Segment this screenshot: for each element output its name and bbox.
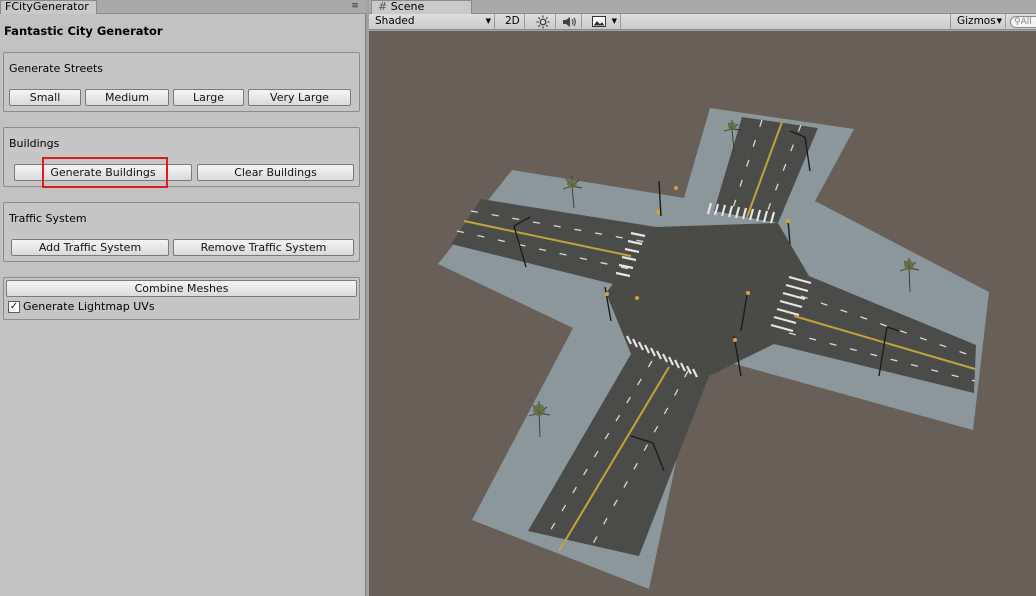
highlight-box bbox=[42, 157, 168, 188]
scene-toolbar: Shaded ▼ 2D ▼ Gizmos ▼ ⚲All bbox=[369, 14, 1036, 30]
gizmos-label: Gizmos bbox=[957, 15, 996, 27]
panel-tab-bar: FCityGenerator ≡ bbox=[0, 0, 366, 14]
medium-button[interactable]: Medium bbox=[85, 89, 169, 106]
lightmap-label: Generate Lightmap UVs bbox=[23, 300, 155, 313]
combine-meshes-button[interactable]: Combine Meshes bbox=[6, 280, 357, 297]
large-button[interactable]: Large bbox=[173, 89, 244, 106]
buildings-group-label: Buildings bbox=[9, 137, 60, 150]
scene-viewport[interactable] bbox=[369, 31, 1036, 596]
scene-view: # Scene Shaded ▼ 2D ▼ Gizmos ▼ ⚲All bbox=[369, 0, 1036, 596]
scene-search-field[interactable]: ⚲All bbox=[1008, 14, 1036, 30]
search-placeholder: All bbox=[1020, 17, 1032, 27]
speaker-icon[interactable] bbox=[558, 14, 582, 30]
traffic-group-label: Traffic System bbox=[9, 212, 87, 225]
chevron-down-icon: ▼ bbox=[485, 17, 491, 25]
combine-group: Combine Meshes ✓ Generate Lightmap UVs bbox=[3, 277, 360, 320]
chevron-down-icon: ▼ bbox=[996, 17, 1002, 25]
streets-group-label: Generate Streets bbox=[9, 62, 104, 75]
search-icon: ⚲ bbox=[1014, 17, 1021, 27]
tab-fcitygenerator[interactable]: FCityGenerator bbox=[0, 0, 97, 14]
chevron-down-icon: ▼ bbox=[611, 17, 617, 25]
sun-icon[interactable] bbox=[532, 14, 556, 30]
shading-mode-dropdown[interactable]: Shaded ▼ bbox=[369, 14, 495, 30]
traffic-group: Traffic System Add Traffic System Remove… bbox=[3, 202, 360, 262]
small-button[interactable]: Small bbox=[9, 89, 81, 106]
clear-buildings-button[interactable]: Clear Buildings bbox=[197, 164, 354, 181]
tab-scene[interactable]: # Scene bbox=[371, 0, 472, 14]
remove-traffic-system-button[interactable]: Remove Traffic System bbox=[173, 239, 354, 256]
gizmos-dropdown[interactable]: Gizmos ▼ bbox=[950, 14, 1006, 30]
scene-tab-bar: # Scene bbox=[369, 0, 1036, 14]
fcity-generator-panel: FCityGenerator ≡ Fantastic City Generato… bbox=[0, 0, 366, 596]
toggle-2d-button[interactable]: 2D bbox=[500, 14, 525, 30]
panel-title: Fantastic City Generator bbox=[4, 24, 163, 38]
grid-icon: # bbox=[378, 0, 388, 13]
editor-window: FCityGenerator ≡ Fantastic City Generato… bbox=[0, 0, 1036, 596]
image-icon[interactable]: ▼ bbox=[588, 14, 621, 30]
scene-tab-label: Scene bbox=[390, 0, 425, 13]
shading-mode-label: Shaded bbox=[375, 15, 415, 27]
very-large-button[interactable]: Very Large bbox=[248, 89, 351, 106]
streets-group: Generate Streets Small Medium Large Very… bbox=[3, 52, 360, 112]
city-intersection-render bbox=[438, 108, 989, 589]
add-traffic-system-button[interactable]: Add Traffic System bbox=[11, 239, 169, 256]
lightmap-checkbox[interactable]: ✓ bbox=[8, 301, 20, 313]
panel-menu-icon[interactable]: ≡ bbox=[348, 1, 362, 12]
